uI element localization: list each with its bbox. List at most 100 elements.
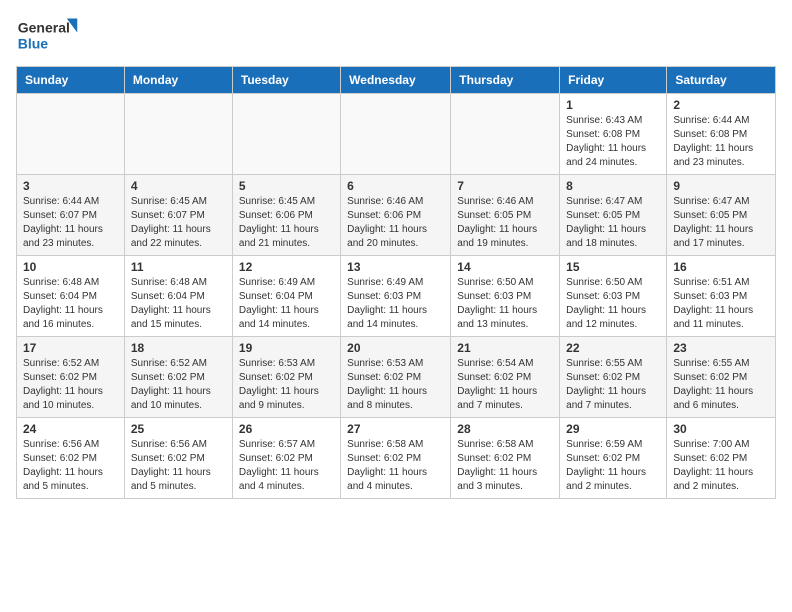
day-info: Sunrise: 6:47 AM Sunset: 6:05 PM Dayligh…	[566, 195, 660, 251]
day-info: Sunrise: 6:58 AM Sunset: 6:02 PM Dayligh…	[457, 438, 553, 494]
day-info: Sunrise: 6:43 AM Sunset: 6:08 PM Dayligh…	[566, 114, 660, 170]
calendar-day-cell	[451, 94, 560, 175]
day-number: 17	[23, 341, 118, 355]
day-number: 9	[673, 179, 769, 193]
day-number: 23	[673, 341, 769, 355]
calendar-day-cell: 15 Sunrise: 6:50 AM Sunset: 6:03 PM Dayli…	[560, 256, 667, 337]
day-number: 29	[566, 422, 660, 436]
calendar-week-row: 10 Sunrise: 6:48 AM Sunset: 6:04 PM Dayli…	[17, 256, 776, 337]
calendar-day-cell: 11 Sunrise: 6:48 AM Sunset: 6:04 PM Dayli…	[124, 256, 232, 337]
day-info: Sunrise: 6:49 AM Sunset: 6:03 PM Dayligh…	[347, 276, 444, 332]
day-number: 13	[347, 260, 444, 274]
calendar-day-cell: 8 Sunrise: 6:47 AM Sunset: 6:05 PM Daylig…	[560, 175, 667, 256]
day-number: 28	[457, 422, 553, 436]
calendar-week-row: 1 Sunrise: 6:43 AM Sunset: 6:08 PM Daylig…	[17, 94, 776, 175]
day-info: Sunrise: 6:47 AM Sunset: 6:05 PM Dayligh…	[673, 195, 769, 251]
calendar-day-cell	[341, 94, 451, 175]
calendar-day-cell: 16 Sunrise: 6:51 AM Sunset: 6:03 PM Dayli…	[667, 256, 776, 337]
day-number: 26	[239, 422, 334, 436]
day-info: Sunrise: 6:51 AM Sunset: 6:03 PM Dayligh…	[673, 276, 769, 332]
calendar-week-row: 3 Sunrise: 6:44 AM Sunset: 6:07 PM Daylig…	[17, 175, 776, 256]
calendar-week-row: 17 Sunrise: 6:52 AM Sunset: 6:02 PM Dayli…	[17, 337, 776, 418]
calendar-day-cell: 24Sunrise: 6:56 AM Sunset: 6:02 PM Dayli…	[17, 418, 125, 499]
day-info: Sunrise: 6:48 AM Sunset: 6:04 PM Dayligh…	[131, 276, 226, 332]
calendar-day-cell: 1 Sunrise: 6:43 AM Sunset: 6:08 PM Daylig…	[560, 94, 667, 175]
day-info: Sunrise: 6:56 AM Sunset: 6:02 PM Dayligh…	[131, 438, 226, 494]
calendar-day-cell: 4Sunrise: 6:45 AM Sunset: 6:07 PM Daylig…	[124, 175, 232, 256]
svg-text:Blue: Blue	[18, 35, 49, 51]
weekday-header: Wednesday	[341, 67, 451, 94]
day-number: 11	[131, 260, 226, 274]
weekday-header: Sunday	[17, 67, 125, 94]
day-number: 3	[23, 179, 118, 193]
calendar-day-cell: 3 Sunrise: 6:44 AM Sunset: 6:07 PM Daylig…	[17, 175, 125, 256]
calendar-day-cell	[124, 94, 232, 175]
calendar-day-cell: 9 Sunrise: 6:47 AM Sunset: 6:05 PM Daylig…	[667, 175, 776, 256]
calendar-day-cell: 29 Sunrise: 6:59 AM Sunset: 6:02 PM Dayli…	[560, 418, 667, 499]
calendar-day-cell: 6 Sunrise: 6:46 AM Sunset: 6:06 PM Daylig…	[341, 175, 451, 256]
day-info: Sunrise: 6:53 AM Sunset: 6:02 PM Dayligh…	[239, 357, 334, 413]
calendar-day-cell: 25 Sunrise: 6:56 AM Sunset: 6:02 PM Dayli…	[124, 418, 232, 499]
weekday-header: Friday	[560, 67, 667, 94]
calendar-day-cell: 20Sunrise: 6:53 AM Sunset: 6:02 PM Dayli…	[341, 337, 451, 418]
calendar-day-cell: 26 Sunrise: 6:57 AM Sunset: 6:02 PM Dayli…	[232, 418, 340, 499]
day-number: 7	[457, 179, 553, 193]
day-number: 2	[673, 98, 769, 112]
day-info: Sunrise: 6:56 AM Sunset: 6:02 PM Dayligh…	[23, 438, 118, 494]
day-number: 25	[131, 422, 226, 436]
day-number: 1	[566, 98, 660, 112]
day-info: Sunrise: 6:55 AM Sunset: 6:02 PM Dayligh…	[566, 357, 660, 413]
day-info: Sunrise: 6:58 AM Sunset: 6:02 PM Dayligh…	[347, 438, 444, 494]
day-number: 8	[566, 179, 660, 193]
day-info: Sunrise: 6:55 AM Sunset: 6:02 PM Dayligh…	[673, 357, 769, 413]
day-info: Sunrise: 6:50 AM Sunset: 6:03 PM Dayligh…	[457, 276, 553, 332]
calendar-day-cell	[17, 94, 125, 175]
page-header: GeneralBlue	[16, 16, 776, 56]
day-info: Sunrise: 6:44 AM Sunset: 6:07 PM Dayligh…	[23, 195, 118, 251]
logo: GeneralBlue	[16, 16, 86, 56]
calendar-day-cell: 17 Sunrise: 6:52 AM Sunset: 6:02 PM Dayli…	[17, 337, 125, 418]
svg-text:General: General	[18, 20, 70, 36]
calendar-day-cell: 14 Sunrise: 6:50 AM Sunset: 6:03 PM Dayli…	[451, 256, 560, 337]
day-info: Sunrise: 7:00 AM Sunset: 6:02 PM Dayligh…	[673, 438, 769, 494]
day-number: 10	[23, 260, 118, 274]
weekday-header: Monday	[124, 67, 232, 94]
calendar-day-cell: 19 Sunrise: 6:53 AM Sunset: 6:02 PM Dayli…	[232, 337, 340, 418]
calendar-day-cell: 28 Sunrise: 6:58 AM Sunset: 6:02 PM Dayli…	[451, 418, 560, 499]
day-info: Sunrise: 6:52 AM Sunset: 6:02 PM Dayligh…	[23, 357, 118, 413]
calendar-day-cell: 13 Sunrise: 6:49 AM Sunset: 6:03 PM Dayli…	[341, 256, 451, 337]
day-info: Sunrise: 6:46 AM Sunset: 6:06 PM Dayligh…	[347, 195, 444, 251]
weekday-header: Thursday	[451, 67, 560, 94]
calendar-day-cell: 23 Sunrise: 6:55 AM Sunset: 6:02 PM Dayli…	[667, 337, 776, 418]
day-number: 12	[239, 260, 334, 274]
day-number: 16	[673, 260, 769, 274]
calendar-day-cell: 22 Sunrise: 6:55 AM Sunset: 6:02 PM Dayli…	[560, 337, 667, 418]
day-number: 30	[673, 422, 769, 436]
day-number: 18	[131, 341, 226, 355]
day-number: 15	[566, 260, 660, 274]
weekday-header: Tuesday	[232, 67, 340, 94]
day-info: Sunrise: 6:46 AM Sunset: 6:05 PM Dayligh…	[457, 195, 553, 251]
day-info: Sunrise: 6:44 AM Sunset: 6:08 PM Dayligh…	[673, 114, 769, 170]
calendar-week-row: 24Sunrise: 6:56 AM Sunset: 6:02 PM Dayli…	[17, 418, 776, 499]
calendar-day-cell: 2 Sunrise: 6:44 AM Sunset: 6:08 PM Daylig…	[667, 94, 776, 175]
day-number: 22	[566, 341, 660, 355]
calendar-table: SundayMondayTuesdayWednesdayThursdayFrid…	[16, 66, 776, 499]
calendar-day-cell: 18 Sunrise: 6:52 AM Sunset: 6:02 PM Dayli…	[124, 337, 232, 418]
calendar-day-cell: 5Sunrise: 6:45 AM Sunset: 6:06 PM Daylig…	[232, 175, 340, 256]
day-number: 14	[457, 260, 553, 274]
day-info: Sunrise: 6:57 AM Sunset: 6:02 PM Dayligh…	[239, 438, 334, 494]
weekday-header: Saturday	[667, 67, 776, 94]
day-info: Sunrise: 6:50 AM Sunset: 6:03 PM Dayligh…	[566, 276, 660, 332]
day-info: Sunrise: 6:45 AM Sunset: 6:07 PM Dayligh…	[131, 195, 226, 251]
calendar-day-cell: 30 Sunrise: 7:00 AM Sunset: 6:02 PM Dayli…	[667, 418, 776, 499]
day-info: Sunrise: 6:45 AM Sunset: 6:06 PM Dayligh…	[239, 195, 334, 251]
logo-icon: GeneralBlue	[16, 16, 86, 56]
day-number: 6	[347, 179, 444, 193]
day-info: Sunrise: 6:52 AM Sunset: 6:02 PM Dayligh…	[131, 357, 226, 413]
day-info: Sunrise: 6:59 AM Sunset: 6:02 PM Dayligh…	[566, 438, 660, 494]
day-number: 19	[239, 341, 334, 355]
day-number: 27	[347, 422, 444, 436]
day-info: Sunrise: 6:48 AM Sunset: 6:04 PM Dayligh…	[23, 276, 118, 332]
day-info: Sunrise: 6:49 AM Sunset: 6:04 PM Dayligh…	[239, 276, 334, 332]
